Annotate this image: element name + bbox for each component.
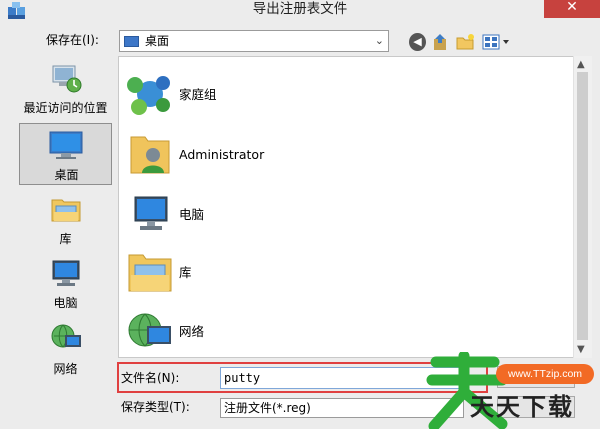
scroll-up-icon[interactable]: ▲ [577,59,585,70]
place-libraries-label: 库 [59,232,72,246]
libraries-icon [128,254,172,292]
scroll-thumb[interactable] [577,72,588,340]
list-item-label: 网络 [179,324,205,339]
homegroup-icon [127,76,170,115]
place-libraries[interactable]: 库 [19,192,112,250]
list-item-label: 电脑 [179,207,205,222]
save-in-label: 保存在(I): [46,33,99,47]
list-item-libraries[interactable]: 库 [119,245,559,301]
up-folder-button[interactable] [432,33,448,51]
list-item-computer[interactable]: 电脑 [119,187,559,243]
views-menu-icon [503,40,509,44]
back-button[interactable]: ◀ [409,33,426,51]
close-button[interactable]: ✕ [544,0,600,18]
places-bar: 最近访问的位置 桌面 库 电脑 网络 [19,56,114,386]
network-icon [51,324,81,348]
vertical-scrollbar[interactable]: ▲ ▼ [573,56,592,358]
computer-icon [52,260,79,286]
desktop-folder-icon [124,36,139,47]
close-icon: ✕ [566,0,578,15]
new-folder-button[interactable] [455,33,475,51]
list-item-administrator[interactable]: Administrator [119,127,559,183]
list-item-label: Administrator [179,147,265,162]
place-network-label: 网络 [53,362,78,376]
place-computer[interactable]: 电脑 [19,256,112,314]
network-icon [128,313,171,347]
list-item-homegroup[interactable]: 家庭组 [119,67,559,123]
watermark-text: 天天下载 [470,393,574,421]
place-computer-label: 电脑 [53,296,78,310]
place-desktop-label: 桌面 [54,168,79,182]
file-type-label: 保存类型(T): [121,400,190,414]
back-icon: ◀ [413,35,422,48]
list-item-label: 库 [179,265,192,280]
place-recent-label: 最近访问的位置 [23,101,108,115]
scroll-down-icon[interactable]: ▼ [577,344,585,355]
location-dropdown[interactable]: 桌面 ⌄ [119,30,389,52]
libraries-icon [51,199,80,222]
place-recent[interactable]: 最近访问的位置 [19,60,112,120]
window-title: 导出注册表文件 [252,1,348,17]
user-folder-icon [130,136,170,174]
place-desktop[interactable]: 桌面 [19,123,112,185]
watermark-badge: www.TTzip.com [496,364,594,384]
list-item-label: 家庭组 [179,87,217,102]
chevron-down-icon: ⌄ [374,34,384,47]
file-list[interactable]: 家庭组 Administrator 电脑 库 网络 [118,56,592,358]
recent-places-icon [52,65,81,93]
computer-icon [134,196,168,230]
title-bar: 导出注册表文件 ✕ [0,0,600,26]
desktop-icon [49,131,82,159]
views-menu-button[interactable] [481,33,511,51]
place-network[interactable]: 网络 [19,320,112,380]
location-value: 桌面 [145,34,170,48]
